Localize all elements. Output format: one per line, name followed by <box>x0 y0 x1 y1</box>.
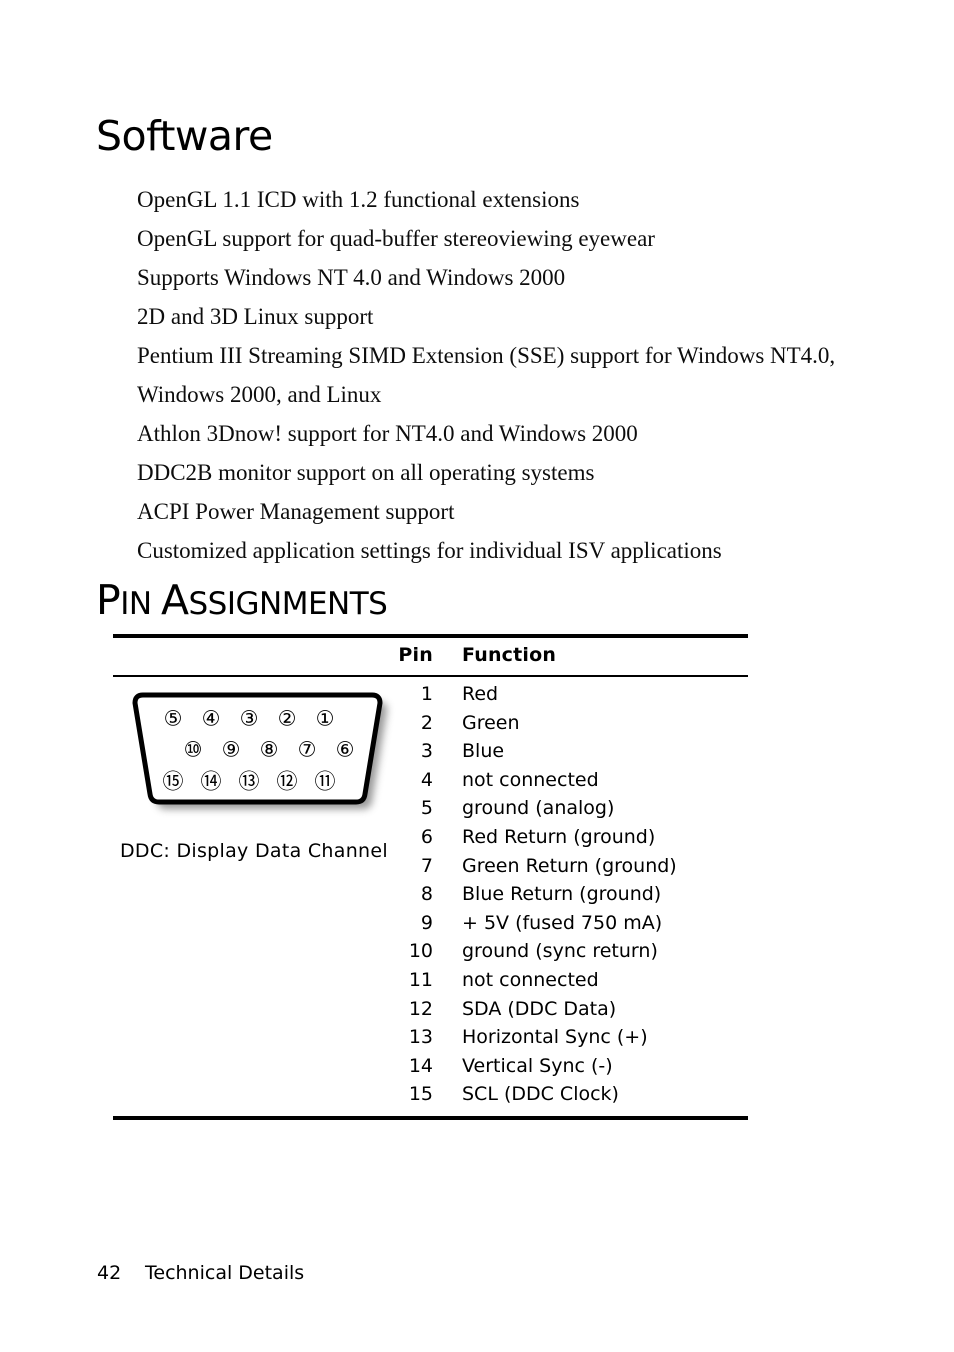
connector-pin-2: ② <box>277 706 297 731</box>
pin-number: 12 <box>408 997 433 1020</box>
connector-pin-12: ⑫ <box>276 769 298 794</box>
table-header-row: Pin Function <box>113 638 748 675</box>
table-row: 14 Vertical Sync (-) <box>113 1053 748 1082</box>
heading-smallcaps-ssignments: SSIGNMENTS <box>188 586 388 622</box>
list-item: Athlon 3Dnow! support for NT4.0 and Wind… <box>137 421 638 446</box>
vga-connector-diagram: ⑤ ④ ③ ② ① ⑩ ⑨ ⑧ ⑦ ⑥ ⑮ ⑭ ⑬ ⑫ ⑪ DDC: Displ… <box>113 690 403 880</box>
pin-function: not connected <box>462 968 599 991</box>
document-page: Software OpenGL 1.1 ICD with 1.2 functio… <box>0 0 954 1352</box>
pin-number: 13 <box>408 1026 433 1049</box>
pin-number: 9 <box>420 911 433 934</box>
footer-section-name: Technical Details <box>145 1262 305 1284</box>
table-row: 8 Blue Return (ground) <box>113 881 748 910</box>
heading-smallcaps-in: IN <box>120 586 152 622</box>
pin-function: Vertical Sync (-) <box>462 1054 613 1077</box>
pin-function: Horizontal Sync (+) <box>462 1026 648 1049</box>
pin-function: not connected <box>462 768 599 791</box>
connector-pin-9: ⑨ <box>221 737 241 762</box>
pin-function: ground (analog) <box>462 797 615 820</box>
list-item: OpenGL 1.1 ICD with 1.2 functional exten… <box>137 187 580 212</box>
pin-function: + 5V (fused 750 mA) <box>462 911 663 934</box>
pin-function: SCL (DDC Clock) <box>462 1083 619 1106</box>
list-item: ACPI Power Management support <box>137 499 455 524</box>
connector-pin-8: ⑧ <box>259 737 279 762</box>
table-bottom-rule <box>113 1115 748 1120</box>
column-header-pin: Pin <box>398 644 433 666</box>
pin-number: 10 <box>408 940 433 963</box>
pin-function: Red <box>462 683 499 705</box>
list-item: 2D and 3D Linux support <box>137 304 374 329</box>
connector-pin-14: ⑭ <box>200 769 222 794</box>
connector-pin-6: ⑥ <box>335 737 355 762</box>
list-item: OpenGL support for quad-buffer stereovie… <box>137 226 655 251</box>
heading-cap-a: A <box>160 576 189 624</box>
pin-function: Blue Return (ground) <box>462 883 662 906</box>
pin-function: Blue <box>462 740 505 763</box>
heading-cap-p: P <box>96 576 121 624</box>
table-row: 15 SCL (DDC Clock) <box>113 1081 748 1110</box>
table-row: 11 not connected <box>113 967 748 996</box>
page-title-software: Software <box>96 112 273 160</box>
table-row: 9 + 5V (fused 750 mA) <box>113 910 748 939</box>
pin-number: 15 <box>408 1083 433 1106</box>
page-title-pin-assignments: PIN ASSIGNMENTS <box>96 576 388 626</box>
list-item: Pentium III Streaming SIMD Extension (SS… <box>137 343 836 407</box>
list-item: Customized application settings for indi… <box>137 538 722 563</box>
table-row: 12 SDA (DDC Data) <box>113 996 748 1025</box>
heading-space <box>152 586 161 622</box>
pin-function: Red Return (ground) <box>462 825 656 848</box>
table-row: 10 ground (sync return) <box>113 938 748 967</box>
connector-caption: DDC: Display Data Channel <box>120 840 388 862</box>
connector-pin-13: ⑬ <box>238 769 260 794</box>
connector-pin-15: ⑮ <box>162 769 184 794</box>
page-number: 42 <box>97 1262 122 1284</box>
table-row: 13 Horizontal Sync (+) <box>113 1024 748 1053</box>
connector-pin-5: ⑤ <box>163 706 183 731</box>
pin-function: ground (sync return) <box>462 940 658 963</box>
connector-pin-7: ⑦ <box>297 737 317 762</box>
list-item: DDC2B monitor support on all operating s… <box>137 460 595 485</box>
software-spec-list: OpenGL 1.1 ICD with 1.2 functional exten… <box>137 180 857 570</box>
pin-function: Green Return (ground) <box>462 854 677 877</box>
pin-number: 14 <box>408 1054 433 1077</box>
pin-function: Green <box>462 711 520 734</box>
connector-pin-11: ⑪ <box>314 769 336 794</box>
pin-number: 8 <box>420 883 433 906</box>
connector-pin-1: ① <box>315 706 335 731</box>
pin-function: SDA (DDC Data) <box>462 997 617 1020</box>
list-item: Supports Windows NT 4.0 and Windows 2000 <box>137 265 566 290</box>
connector-pin-10: ⑩ <box>183 737 203 762</box>
page-footer: 42 Technical Details <box>97 1262 304 1284</box>
connector-pin-4: ④ <box>201 706 221 731</box>
column-header-function: Function <box>462 644 557 666</box>
pin-number: 11 <box>408 968 433 991</box>
connector-pin-3: ③ <box>239 706 259 731</box>
